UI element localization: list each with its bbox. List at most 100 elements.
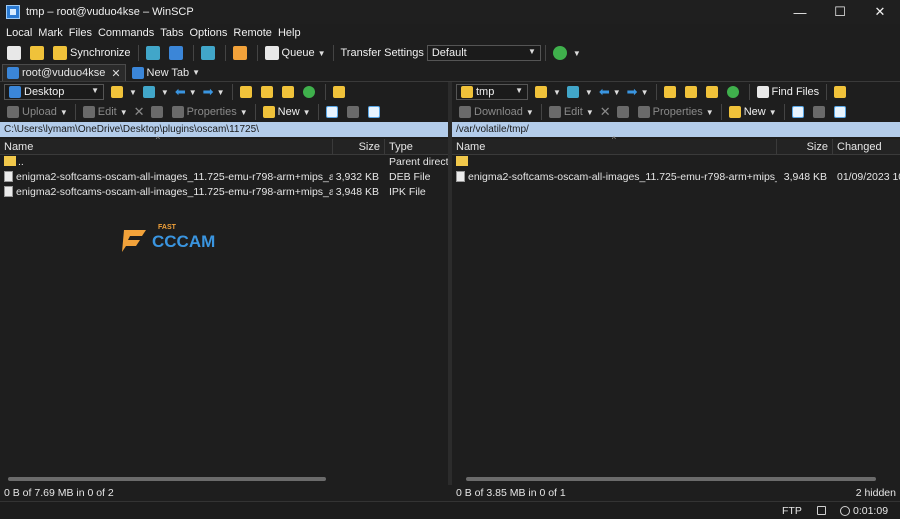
local-open-dir-button[interactable]: ▼ xyxy=(108,82,140,102)
terminal-icon xyxy=(7,46,21,60)
transfer-settings-select[interactable]: Default ▼ xyxy=(426,45,541,61)
local-select-all-button[interactable] xyxy=(323,102,344,122)
menu-mark[interactable]: Mark xyxy=(38,27,62,39)
local-new-button[interactable]: New ▼ xyxy=(260,102,314,122)
menu-commands[interactable]: Commands xyxy=(98,27,154,39)
table-row[interactable]: enigma2-softcams-oscam-all-images_11.725… xyxy=(452,170,900,185)
remote-invert-selection-button[interactable] xyxy=(831,102,852,122)
menu-options[interactable]: Options xyxy=(189,27,227,39)
menu-help[interactable]: Help xyxy=(278,27,301,39)
hidden-files-count[interactable]: 2 hidden xyxy=(856,487,896,499)
menu-local[interactable]: Local xyxy=(6,27,32,39)
local-location-select[interactable]: Desktop ▼ xyxy=(4,84,104,100)
remote-forward-button[interactable]: ➡ ▼ xyxy=(624,82,652,102)
local-delete-button[interactable]: ✕ xyxy=(131,102,148,122)
remote-new-button[interactable]: New ▼ xyxy=(726,102,780,122)
table-row[interactable] xyxy=(452,155,900,170)
local-back-button[interactable]: ⬅ ▼ xyxy=(172,82,200,102)
menu-tabs[interactable]: Tabs xyxy=(160,27,183,39)
column-name[interactable]: Name xyxy=(452,139,777,155)
column-type[interactable]: Type xyxy=(385,139,448,155)
toolbar-separator xyxy=(540,104,542,120)
local-file-list[interactable]: Name Size Type .. Parent directo enigma2… xyxy=(0,139,448,469)
sessions-button[interactable]: ▼ xyxy=(550,43,584,63)
remote-edit-button[interactable]: Edit ▼ xyxy=(546,102,597,122)
remote-properties-button[interactable]: Properties ▼ xyxy=(635,102,717,122)
putty-button[interactable] xyxy=(166,43,189,63)
remote-delete-button[interactable]: ✕ xyxy=(597,102,614,122)
desktop-icon xyxy=(9,86,21,98)
local-deselect-button[interactable] xyxy=(344,102,365,122)
local-root-dir-button[interactable] xyxy=(258,82,279,102)
remote-select-all-button[interactable] xyxy=(789,102,810,122)
local-forward-button[interactable]: ➡ ▼ xyxy=(200,82,228,102)
remote-deselect-button[interactable] xyxy=(810,102,831,122)
remote-file-list[interactable]: Name Size Changed enigma2-softcams-oscam… xyxy=(452,139,900,469)
local-home-button[interactable] xyxy=(279,82,300,102)
column-size[interactable]: Size xyxy=(777,139,833,155)
toolbar-separator xyxy=(332,45,334,61)
minimize-button[interactable]: — xyxy=(780,0,820,24)
maximize-button[interactable]: ☐ xyxy=(820,0,860,24)
table-row[interactable]: enigma2-softcams-oscam-all-images_11.725… xyxy=(0,185,448,200)
menu-remote[interactable]: Remote xyxy=(233,27,272,39)
local-parent-dir-button[interactable] xyxy=(237,82,258,102)
local-nav-toolbar: Desktop ▼ ▼ ▼ ⬅ ▼ ➡ ▼ xyxy=(0,82,448,102)
properties-icon xyxy=(637,106,650,118)
local-filter-button[interactable]: ▼ xyxy=(140,82,172,102)
edit-icon xyxy=(548,106,561,118)
remote-horizontal-scrollbar[interactable] xyxy=(466,477,876,481)
close-button[interactable]: ✕ xyxy=(860,0,900,24)
elapsed-time: 0:01:09 xyxy=(853,505,889,517)
preferences-button[interactable] xyxy=(230,43,253,63)
chevron-down-icon: ▼ xyxy=(302,107,311,117)
local-properties-button[interactable]: Properties ▼ xyxy=(169,102,251,122)
remote-back-button[interactable]: ⬅ ▼ xyxy=(596,82,624,102)
monitor-icon xyxy=(7,67,19,79)
column-changed[interactable]: Changed xyxy=(833,139,900,155)
local-invert-selection-button[interactable] xyxy=(365,102,386,122)
remote-list-header: Name Size Changed xyxy=(452,139,900,155)
remote-parent-dir-button[interactable] xyxy=(661,82,682,102)
remote-tree-button[interactable] xyxy=(831,82,852,102)
upload-button[interactable]: Upload ▼ xyxy=(4,102,71,122)
find-files-icon xyxy=(756,86,769,98)
file-icon xyxy=(4,186,13,197)
synchronize-button[interactable]: Synchronize xyxy=(50,43,134,63)
local-refresh-button[interactable] xyxy=(300,82,321,102)
local-path-bar[interactable]: C:\Users\lymam\OneDrive\Desktop\plugins\… xyxy=(0,122,448,137)
table-row[interactable]: enigma2-softcams-oscam-all-images_11.725… xyxy=(0,170,448,185)
clock-icon xyxy=(840,506,850,516)
remote-path-bar[interactable]: /var/volatile/tmp/ xyxy=(452,122,900,137)
gear-icon xyxy=(232,46,247,60)
toolbar-separator xyxy=(224,45,226,61)
toolbar-separator xyxy=(74,104,76,120)
menu-files[interactable]: Files xyxy=(69,27,92,39)
column-name[interactable]: Name xyxy=(0,139,333,155)
open-terminal-button[interactable] xyxy=(4,43,27,63)
find-files-button[interactable]: Find Files xyxy=(754,82,823,102)
local-horizontal-scrollbar[interactable] xyxy=(8,477,326,481)
remote-open-dir-button[interactable]: ▼ xyxy=(532,82,564,102)
remote-refresh-button[interactable] xyxy=(724,82,745,102)
filter-icon xyxy=(142,86,155,98)
console-button[interactable] xyxy=(143,43,166,63)
remote-home-button[interactable] xyxy=(703,82,724,102)
local-rename-button[interactable] xyxy=(148,102,169,122)
sync-browse-button[interactable] xyxy=(198,43,221,63)
remote-location-select[interactable]: tmp ▼ xyxy=(456,84,528,100)
tab-new[interactable]: New Tab ▼ xyxy=(128,64,205,81)
download-button[interactable]: Download ▼ xyxy=(456,102,537,122)
compare-dirs-button[interactable] xyxy=(27,43,50,63)
remote-root-dir-button[interactable] xyxy=(682,82,703,102)
local-edit-button[interactable]: Edit ▼ xyxy=(80,102,131,122)
local-tree-button[interactable] xyxy=(330,82,351,102)
parent-dir-name: .. xyxy=(18,156,24,168)
queue-button[interactable]: Queue ▼ xyxy=(262,43,329,63)
column-size[interactable]: Size xyxy=(333,139,385,155)
table-row[interactable]: .. Parent directo xyxy=(0,155,448,170)
close-icon[interactable]: ✕ xyxy=(111,67,120,80)
tab-session[interactable]: root@vuduo4kse ✕ xyxy=(2,64,126,81)
remote-rename-button[interactable] xyxy=(614,102,635,122)
remote-filter-button[interactable]: ▼ xyxy=(564,82,596,102)
